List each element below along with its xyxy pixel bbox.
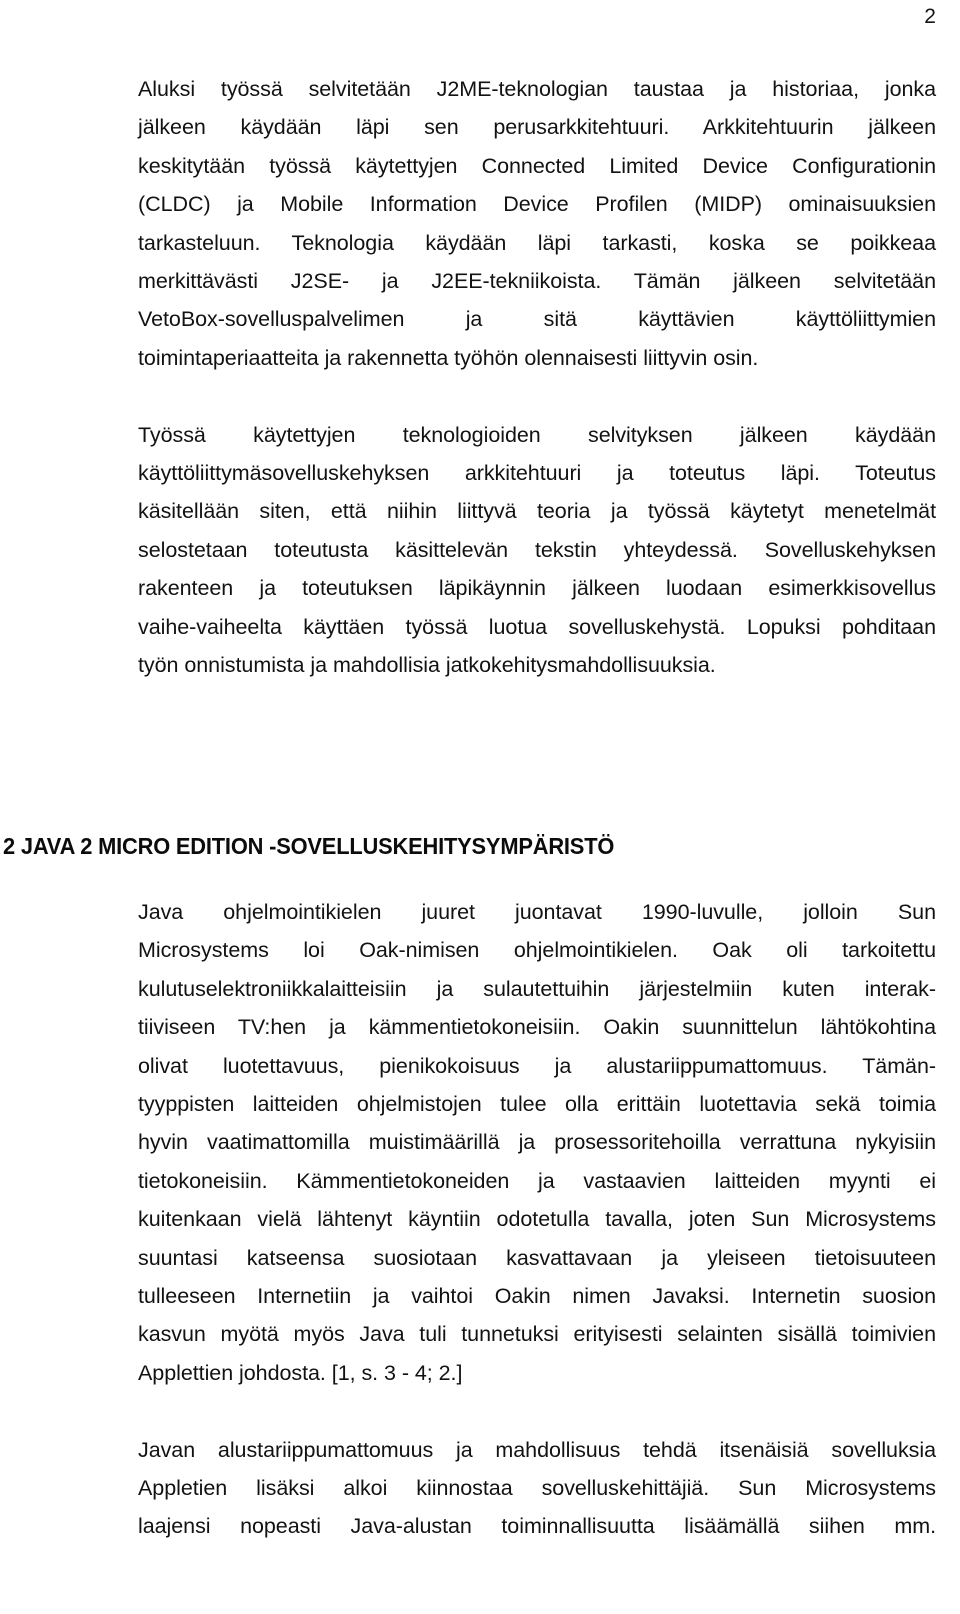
text-line: tulleeseen Internetiin ja vaihtoi Oakin … [138, 1284, 936, 1309]
text-line: Appletien lisäksi alkoi kiinnostaa sovel… [138, 1476, 936, 1501]
text-line: keskitytään työssä käytettyjen Connected… [138, 153, 936, 178]
body-text-lower: Java ohjelmointikielen juuret juontavat … [138, 893, 936, 1546]
text-line: tiiviseen TV:hen ja kämmentietokoneisiin… [138, 1015, 936, 1040]
text-line: toimintaperiaatteita ja rakennetta työhö… [138, 345, 759, 370]
text-line: Microsystems loi Oak-nimisen ohjelmointi… [138, 938, 936, 963]
text-line: VetoBox-sovelluspalvelimen ja sitä käytt… [138, 307, 936, 332]
text-line: tarkasteluun. Teknologia käydään läpi ta… [138, 230, 936, 255]
paragraph-1: Aluksi työssä selvitetään J2ME-teknologi… [138, 70, 936, 377]
text-line: selostetaan toteutusta käsittelevän teks… [138, 537, 936, 562]
body-text-upper: Aluksi työssä selvitetään J2ME-teknologi… [138, 70, 936, 684]
text-line: tyyppisten laitteiden ohjelmistojen tule… [138, 1092, 936, 1117]
text-line: olivat luotettavuus, pienikokoisuus ja a… [138, 1053, 936, 1078]
page-number: 2 [924, 5, 936, 28]
text-line: (CLDC) ja Mobile Information Device Prof… [138, 192, 936, 217]
paragraph-2: Työssä käytettyjen teknologioiden selvit… [138, 416, 936, 685]
text-line: Java ohjelmointikielen juuret juontavat … [138, 900, 936, 924]
text-line: työn onnistumista ja mahdollisia jatkoke… [138, 653, 716, 678]
text-line: kasvun myötä myös Java tuli tunnetuksi e… [138, 1322, 936, 1347]
text-line: käyttöliittymäsovelluskehyksen arkkiteht… [138, 461, 936, 486]
section-heading-wrapper: 2 JAVA 2 MICRO EDITION -SOVELLUSKEHITYSY… [3, 832, 943, 860]
document-page: 2 Aluksi työssä selvitetään J2ME-teknolo… [0, 0, 960, 1614]
text-line: vaihe-vaiheelta käyttäen työssä luotua s… [138, 614, 936, 639]
text-line: rakenteen ja toteutuksen läpikäynnin jäl… [138, 576, 936, 601]
text-line: kuitenkaan vielä lähtenyt käyntiin odote… [138, 1207, 936, 1232]
text-line: kulutuselektroniikkalaitteisiin ja sulau… [138, 976, 936, 1001]
text-line: jälkeen käydään läpi sen perusarkkitehtu… [138, 115, 936, 140]
text-line: tietokoneisiin. Kämmentietokoneiden ja v… [138, 1168, 936, 1193]
text-line: käsitellään siten, että niihin liittyvä … [138, 499, 936, 524]
text-line: Työssä käytettyjen teknologioiden selvit… [138, 422, 936, 447]
paragraph-3: Java ohjelmointikielen juuret juontavat … [138, 893, 936, 1392]
text-line: Applettien johdosta. [1, s. 3 - 4; 2.] [138, 1360, 463, 1385]
text-line: Javan alustariippumattomuus ja mahdollis… [138, 1437, 936, 1462]
text-line: suuntasi katseensa suosiotaan kasvattava… [138, 1245, 936, 1270]
text-line: Aluksi työssä selvitetään J2ME-teknologi… [138, 77, 936, 101]
paragraph-4: Javan alustariippumattomuus ja mahdollis… [138, 1431, 936, 1546]
text-line: merkittävästi J2SE- ja J2EE-tekniikoista… [138, 269, 936, 294]
text-line: hyvin vaatimattomilla muistimäärillä ja … [138, 1130, 936, 1155]
text-line: laajensi nopeasti Java-alustan toiminnal… [138, 1514, 936, 1539]
section-heading: 2 JAVA 2 MICRO EDITION -SOVELLUSKEHITYSY… [3, 833, 615, 859]
